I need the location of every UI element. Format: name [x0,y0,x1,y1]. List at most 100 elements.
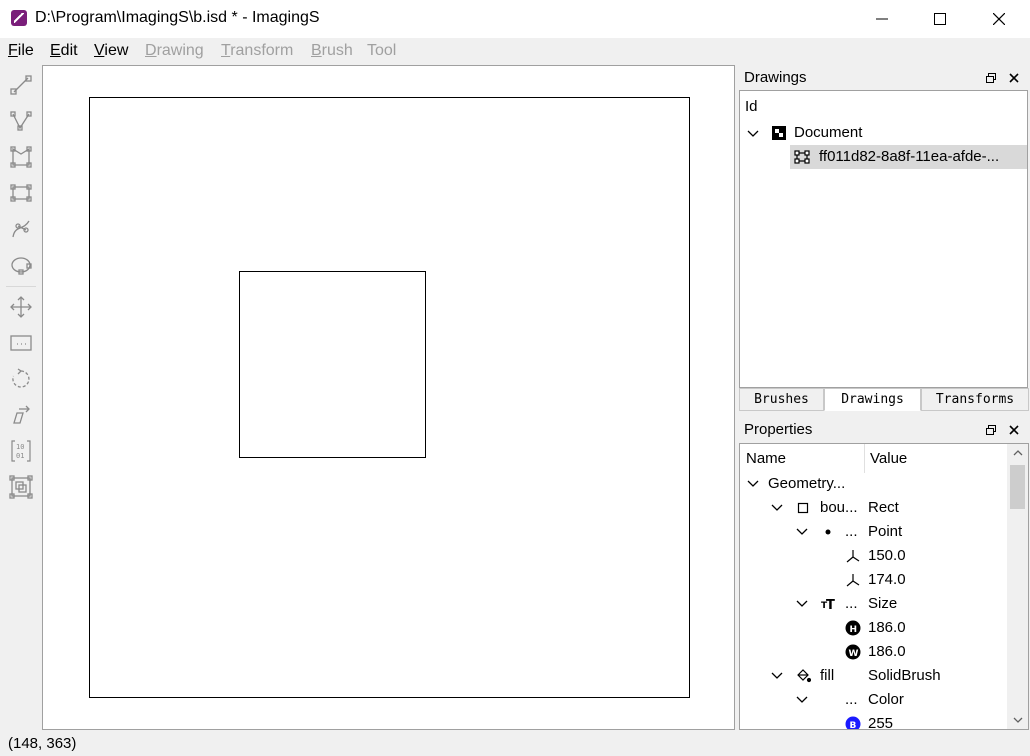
property-value: 186.0 [868,619,906,636]
chevron-down-icon [1013,717,1022,723]
chevron-up-icon [1013,450,1022,456]
chevron-down-icon[interactable] [770,669,784,683]
scroll-thumb[interactable] [1010,465,1025,509]
title-bar: D:\Program\ImagingS\b.isd * - ImagingS [0,0,1030,38]
toolbar-separator [6,286,36,287]
minimize-button[interactable] [853,0,911,38]
property-value: SolidBrush [868,667,941,684]
close-icon[interactable] [1006,70,1022,86]
scroll-down-button[interactable] [1007,711,1028,729]
skew-tool-button[interactable] [6,400,36,430]
axis-x-icon [846,550,860,563]
property-name: ... [845,691,858,708]
property-row[interactable]: fill SolidBrush [740,664,1008,688]
skew-tool-icon [13,405,30,424]
chevron-down-icon[interactable] [795,525,809,539]
menu-brush[interactable]: Brush [311,42,353,60]
float-icon[interactable] [983,422,999,438]
property-name: ... [845,523,858,540]
move-tool-icon [10,296,32,318]
tab-transforms[interactable]: Transforms [921,388,1029,411]
dock-tabs: Brushes Drawings Transforms [739,388,1029,411]
move-tool-button[interactable] [6,292,36,322]
text-size-icon: TT [821,598,835,612]
drawings-dock-title: Drawings [744,69,807,86]
svg-text:01: 01 [16,452,24,460]
column-header-value[interactable]: Value [870,444,907,473]
properties-dock-header: Properties [738,418,1030,442]
property-name: ... [845,595,858,612]
rect-icon [797,502,809,514]
chevron-down-icon[interactable] [770,501,784,515]
ellipse-tool-icon [11,257,32,275]
properties-dock-title: Properties [744,421,813,438]
maximize-button[interactable] [911,0,969,38]
property-value: 255 [868,715,894,730]
menu-drawing[interactable]: Drawing [145,42,204,60]
svg-text:H: H [850,625,858,635]
clip-tool-button[interactable] [6,472,36,502]
menu-view[interactable]: View [94,42,128,60]
chevron-down-icon[interactable] [795,693,809,707]
tab-brushes[interactable]: Brushes [739,388,824,411]
document-icon [772,126,786,140]
polyline-tool-icon [10,111,32,131]
rectangle-drawing[interactable] [239,271,426,458]
chevron-down-icon[interactable] [746,127,760,141]
chevron-down-icon[interactable] [746,477,760,491]
property-row[interactable]: H 186.0 [740,616,1008,640]
canvas-surface [89,97,690,698]
property-name: fill [820,667,835,684]
tab-drawings[interactable]: Drawings [824,388,921,411]
menu-transform[interactable]: Transform [221,42,293,60]
tool-bar: 10 01 [0,66,42,730]
property-row[interactable]: ... Color [740,688,1008,712]
property-value: Point [868,523,903,540]
column-header-name[interactable]: Name [746,444,786,473]
scale-tool-button[interactable] [6,328,36,358]
properties-scrollbar[interactable] [1007,444,1028,729]
menu-edit[interactable]: Edit [50,42,78,60]
property-row[interactable]: bou... Rect [740,496,1008,520]
tree-item-drawing[interactable]: ff011d82-8a8f-11ea-afde-... [790,145,1027,169]
width-icon: W [845,644,861,660]
property-value: 174.0 [868,571,906,588]
drawings-tree[interactable]: Id Document ff011d82-8a8f-11ea-afde-... [739,90,1028,388]
svg-text:B: B [850,721,857,730]
tree-item-document[interactable]: Document [740,121,1027,145]
property-row[interactable]: ... Point [740,520,1008,544]
property-value: Color [868,691,904,708]
menu-tool[interactable]: Tool [367,42,396,60]
chevron-down-icon[interactable] [795,597,809,611]
column-divider[interactable] [864,444,865,473]
matrix-tool-button[interactable]: 10 01 [6,436,36,466]
close-button[interactable] [970,0,1028,38]
fill-icon [797,669,811,683]
property-row[interactable]: B 255 [740,712,1008,730]
tree-item-label: ff011d82-8a8f-11ea-afde-... [819,148,1000,165]
rotate-tool-button[interactable] [6,364,36,394]
float-icon[interactable] [983,70,999,86]
properties-tree[interactable]: Name Value Geometry... bou... Rect ... P… [739,443,1029,730]
cursor-position: (148, 363) [8,735,77,752]
scale-tool-icon [10,335,32,351]
polygon-tool-button[interactable] [6,142,36,172]
property-row[interactable]: TT ... Size [740,592,1008,616]
property-row[interactable]: 150.0 [740,544,1008,568]
scroll-up-button[interactable] [1007,444,1028,462]
property-row[interactable]: 174.0 [740,568,1008,592]
property-row[interactable]: W 186.0 [740,640,1008,664]
curve-tool-button[interactable] [6,214,36,244]
property-value: 186.0 [868,643,906,660]
svg-text:10: 10 [16,443,24,451]
menu-file[interactable]: File [8,42,34,60]
drawing-canvas[interactable] [42,65,735,730]
line-tool-button[interactable] [6,70,36,100]
ellipse-tool-button[interactable] [6,250,36,280]
axis-y-icon [846,574,860,587]
rectangle-tool-button[interactable] [6,178,36,208]
property-row[interactable]: Geometry... [740,472,1008,496]
close-icon[interactable] [1006,422,1022,438]
polyline-tool-button[interactable] [6,106,36,136]
maximize-icon [934,13,946,25]
